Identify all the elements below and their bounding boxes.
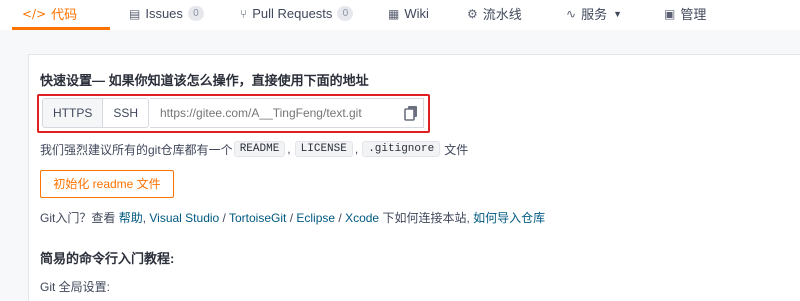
tab-wiki[interactable]: ▦ Wiki xyxy=(388,0,429,27)
repo-tab-bar: </> 代码 ▤ Issues 0 ⑂ Pull Requests 0 ▦ Wi… xyxy=(0,0,800,30)
pull-requests-count-badge: 0 xyxy=(337,6,354,21)
cli-tutorial-title: 简易的命令行入门教程: xyxy=(40,251,175,266)
visual-studio-link[interactable]: Visual Studio xyxy=(149,211,219,225)
repo-url-input[interactable] xyxy=(150,98,424,128)
import-repo-link[interactable]: 如何导入仓库 xyxy=(473,211,545,225)
tab-pipeline-label: 流水线 xyxy=(482,7,522,22)
tab-pull-requests[interactable]: ⑂ Pull Requests 0 xyxy=(240,0,354,27)
issues-count-badge: 0 xyxy=(187,6,204,21)
eclipse-link[interactable]: Eclipse xyxy=(296,211,335,225)
git-help-prefix: Git入门？查看 xyxy=(40,211,116,225)
readme-code: README xyxy=(233,141,286,157)
tab-manage[interactable]: ▣ 管理 xyxy=(664,0,706,27)
gitignore-code: .gitignore xyxy=(362,141,441,157)
tab-issues[interactable]: ▤ Issues 0 xyxy=(129,0,204,27)
copy-icon[interactable] xyxy=(404,105,418,121)
tab-code[interactable]: </> 代码 xyxy=(22,0,77,27)
tab-wiki-label: Wiki xyxy=(404,6,429,21)
tortoisegit-link[interactable]: TortoiseGit xyxy=(229,211,286,225)
xcode-link[interactable]: Xcode xyxy=(345,211,379,225)
protocol-switch: HTTPS SSH xyxy=(42,98,150,128)
code-icon: </> xyxy=(22,6,47,21)
wiki-icon: ▦ xyxy=(388,6,400,21)
tab-pull-requests-label: Pull Requests xyxy=(252,6,333,21)
tab-issues-label: Issues xyxy=(145,6,183,21)
tab-services[interactable]: ∿ 服务 ▼ xyxy=(566,0,622,27)
ssh-button[interactable]: SSH xyxy=(102,99,149,127)
recommend-files-text: 我们强烈建议所有的git仓库都有一个 README, LICENSE, .git… xyxy=(40,141,469,157)
git-help-line: Git入门？查看 帮助, Visual Studio / TortoiseGit… xyxy=(40,211,546,225)
pull-request-icon: ⑂ xyxy=(240,6,248,21)
recommend-suffix: 文件 xyxy=(444,142,469,157)
quick-setup-title: 快速设置— 如果你知道该怎么操作，直接使用下面的地址 xyxy=(40,73,369,88)
pipeline-icon: ⚙ xyxy=(467,6,478,21)
caret-down-icon: ▼ xyxy=(613,8,622,19)
tab-code-label: 代码 xyxy=(51,7,78,22)
git-global-settings-label: Git 全局设置: xyxy=(40,280,111,294)
https-button[interactable]: HTTPS xyxy=(43,99,102,127)
tab-manage-label: 管理 xyxy=(680,7,707,22)
active-tab-underline xyxy=(12,27,110,30)
services-icon: ∿ xyxy=(566,6,577,21)
license-code: LICENSE xyxy=(294,141,353,157)
manage-icon: ▣ xyxy=(664,6,676,21)
help-link[interactable]: 帮助 xyxy=(119,211,143,225)
init-readme-button[interactable]: 初始化 readme 文件 xyxy=(40,170,174,198)
issues-icon: ▤ xyxy=(129,6,141,21)
git-help-middle: 下如何连接本站, xyxy=(382,211,470,225)
recommend-prefix: 我们强烈建议所有的git仓库都有一个 xyxy=(40,142,233,157)
tab-pipeline[interactable]: ⚙ 流水线 xyxy=(467,0,522,27)
tab-services-label: 服务 xyxy=(581,7,608,22)
